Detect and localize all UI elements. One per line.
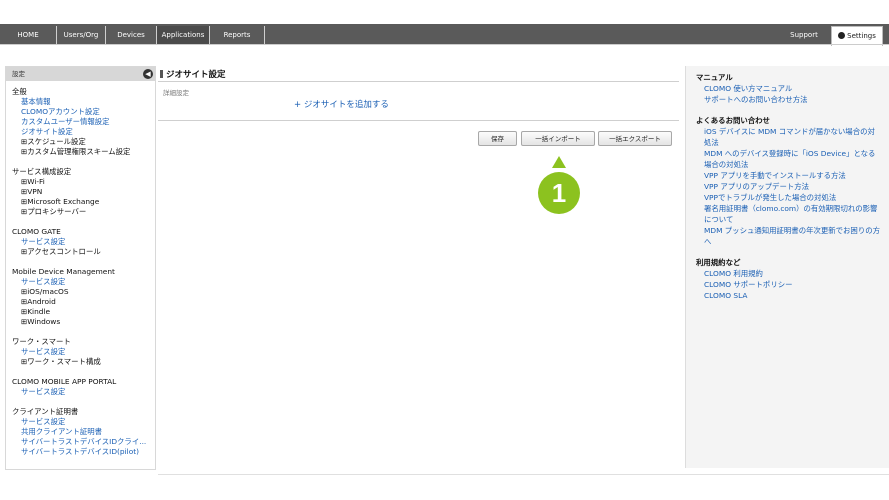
settings-sidebar: 設定 ◀ 全般 基本情報 CLOMOアカウント設定 カスタムユーザー情報設定 ジ…: [5, 66, 156, 470]
tab-reports[interactable]: Reports: [210, 26, 265, 44]
faq-link[interactable]: VPP アプリを手動でインストールする方法: [696, 170, 889, 181]
sidebar-section-clomo-gate: CLOMO GATE: [12, 227, 61, 236]
sidebar-item-windows[interactable]: ⊞Windows: [12, 317, 155, 327]
faq-link[interactable]: VPPでトラブルが発生した場合の対処法: [696, 192, 889, 203]
faq-link[interactable]: 署名用証明書（clomo.com）の有効期限切れの影響について: [696, 203, 889, 225]
sidebar-title: 設定: [12, 70, 25, 78]
sidebar-item-cert-service[interactable]: サービス設定: [12, 417, 155, 427]
collapse-sidebar-icon[interactable]: ◀: [143, 69, 153, 79]
faq-link[interactable]: MDM へのデバイス登録時に「iOS Device」となる場合の対処法: [696, 148, 889, 170]
sidebar-section-service-config: サービス構成設定: [12, 167, 72, 176]
sidebar-section-mdm: Mobile Device Management: [12, 267, 115, 276]
tab-devices[interactable]: Devices: [106, 26, 157, 44]
sidebar-item-custom-user-info[interactable]: カスタムユーザー情報設定: [12, 117, 155, 127]
save-button[interactable]: 保存: [478, 131, 517, 146]
terms-link[interactable]: CLOMO サポートポリシー: [696, 279, 889, 290]
terms-link[interactable]: CLOMO SLA: [696, 290, 889, 301]
add-geosite-link[interactable]: + ジオサイトを追加する: [294, 98, 389, 110]
sidebar-item-schedule[interactable]: ⊞スケジュール設定: [12, 137, 155, 147]
faq-link[interactable]: MDM プッシュ通知用証明書の年次更新でお困りの方へ: [696, 225, 889, 247]
nav-underline: [0, 44, 889, 45]
sidebar-section-general: 全般: [12, 87, 27, 96]
terms-link[interactable]: CLOMO 利用規約: [696, 268, 889, 279]
sidebar-section-client-cert: クライアント証明書: [12, 407, 79, 416]
bulk-export-button[interactable]: 一括エクスポート: [598, 131, 672, 146]
sidebar-item-cybertrust-device-id[interactable]: サイバートラストデバイスIDクライ...: [12, 437, 155, 447]
gear-icon: [838, 32, 846, 39]
top-nav-bar: HOME Users/Org Devices Applications Repo…: [0, 24, 889, 46]
sidebar-item-mdm-service[interactable]: サービス設定: [12, 277, 155, 287]
sidebar-header: 設定 ◀: [6, 67, 155, 81]
help-link[interactable]: サポートへのお問い合わせ方法: [696, 94, 889, 105]
sidebar-item-shared-cert[interactable]: 共用クライアント証明書: [12, 427, 155, 437]
step-callout-icon: 1: [538, 156, 580, 214]
help-link[interactable]: CLOMO 使い方マニュアル: [696, 83, 889, 94]
bulk-import-button[interactable]: 一括インポート: [521, 131, 595, 146]
sidebar-item-proxy[interactable]: ⊞プロキシサーバー: [12, 207, 155, 217]
content-divider: [158, 120, 679, 121]
sidebar-item-kindle[interactable]: ⊞Kindle: [12, 307, 155, 317]
help-section-terms: 利用規約など: [696, 258, 741, 267]
faq-link[interactable]: VPP アプリのアップデート方法: [696, 181, 889, 192]
help-panel: マニュアル CLOMO 使い方マニュアル サポートへのお問い合わせ方法 よくある…: [685, 66, 889, 468]
sidebar-item-work-smart-config[interactable]: ⊞ワーク・スマート構成: [12, 357, 155, 367]
sidebar-item-custom-permission[interactable]: ⊞カスタム管理権限スキーム設定: [12, 147, 155, 157]
help-section-manual: マニュアル: [696, 73, 733, 82]
sidebar-item-cybertrust-device-id-pilot[interactable]: サイバートラストデバイスID(pilot): [12, 447, 155, 457]
help-section-faq: よくあるお問い合わせ: [696, 116, 770, 125]
sidebar-section-app-portal: CLOMO MOBILE APP PORTAL: [12, 377, 117, 386]
sidebar-item-wifi[interactable]: ⊞Wi-Fi: [12, 177, 155, 187]
sidebar-item-access-control[interactable]: ⊞アクセスコントロール: [12, 247, 155, 257]
tab-applications[interactable]: Applications: [157, 26, 210, 44]
sidebar-section-work-smart: ワーク・スマート: [12, 337, 71, 346]
sidebar-item-vpn[interactable]: ⊞VPN: [12, 187, 155, 197]
sidebar-item-exchange[interactable]: ⊞Microsoft Exchange: [12, 197, 155, 207]
sidebar-item-clomo-account[interactable]: CLOMOアカウント設定: [12, 107, 155, 117]
sidebar-item-basic-info[interactable]: 基本情報: [12, 97, 155, 107]
sidebar-item-android[interactable]: ⊞Android: [12, 297, 155, 307]
page-title: ジオサイト設定: [160, 68, 226, 80]
callout-number: 1: [552, 178, 566, 208]
tab-settings[interactable]: Settings: [831, 26, 883, 46]
sidebar-item-work-smart-service[interactable]: サービス設定: [12, 347, 155, 357]
tab-home[interactable]: HOME: [0, 26, 57, 44]
sidebar-item-gate-service[interactable]: サービス設定: [12, 237, 155, 247]
sidebar-item-geosite[interactable]: ジオサイト設定: [12, 127, 155, 137]
detail-settings-label: 詳細設定: [163, 89, 189, 97]
footer-divider: [158, 474, 889, 475]
sidebar-item-ios-macos[interactable]: ⊞iOS/macOS: [12, 287, 155, 297]
faq-link[interactable]: iOS デバイスに MDM コマンドが届かない場合の対処法: [696, 126, 889, 148]
sidebar-item-app-portal-service[interactable]: サービス設定: [12, 387, 155, 397]
title-divider: [158, 81, 679, 82]
settings-label: Settings: [847, 32, 876, 40]
sidebar-menu: 全般 基本情報 CLOMOアカウント設定 カスタムユーザー情報設定 ジオサイト設…: [6, 81, 155, 457]
support-link[interactable]: Support: [776, 26, 832, 44]
tab-users-org[interactable]: Users/Org: [57, 26, 106, 44]
